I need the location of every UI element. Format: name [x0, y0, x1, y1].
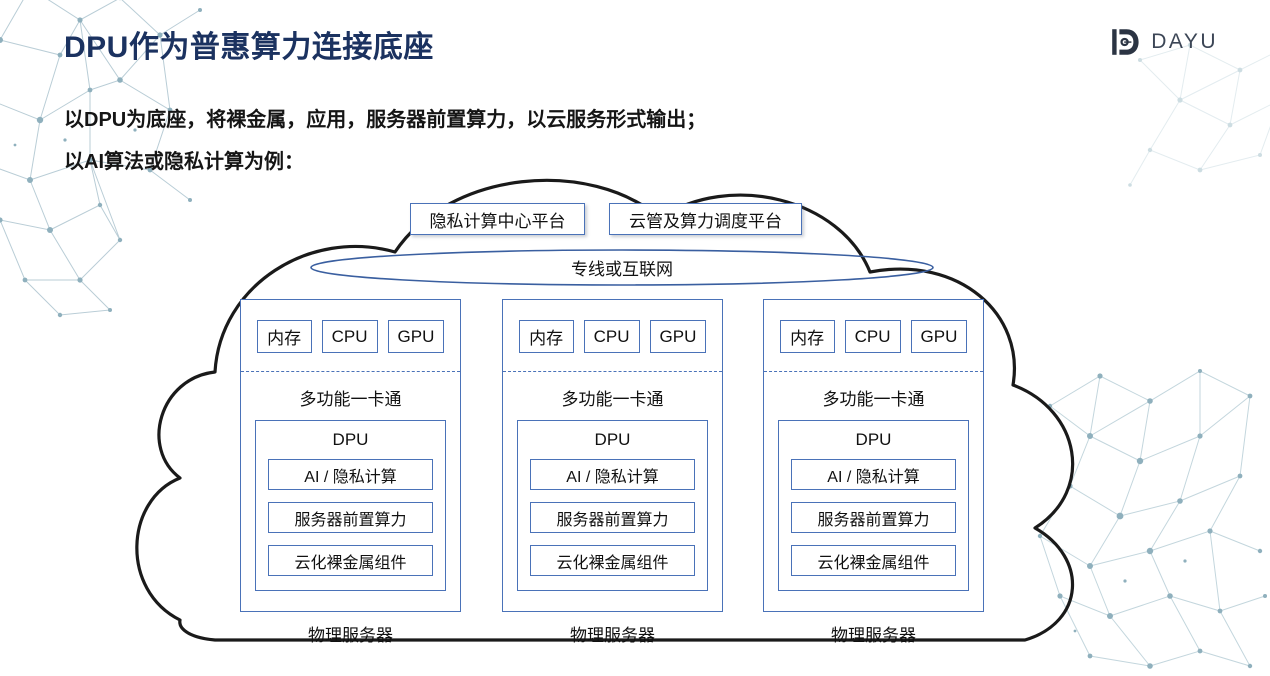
- dpu-title-2: DPU: [594, 430, 631, 449]
- server-panel-2: 内存 CPU GPU 多功能一卡通 DPU AI / 隐私计算 服务器前置算力 …: [502, 299, 723, 612]
- dpu-box-2: DPU AI / 隐私计算 服务器前置算力 云化裸金属组件: [517, 420, 708, 591]
- diagram-content: 隐私计算中心平台 云管及算力调度平台 专线或互联网 内存 CPU GPU 多功能…: [0, 0, 1270, 676]
- dpu-box-1: DPU AI / 隐私计算 服务器前置算力 云化裸金属组件: [255, 420, 446, 591]
- dpu-item-ai-privacy-2[interactable]: AI / 隐私计算: [530, 459, 695, 490]
- subtitle-line-2: 以AI算法或隐私计算为例：: [64, 151, 304, 173]
- dayu-d-mark-icon: [1112, 29, 1139, 55]
- dpu-item-ai-privacy-1[interactable]: AI / 隐私计算: [268, 459, 433, 490]
- hardware-box-gpu[interactable]: GPU: [387, 320, 445, 353]
- hardware-row-2: 内存 CPU GPU: [503, 300, 722, 360]
- hardware-box-memory[interactable]: 内存: [779, 320, 835, 353]
- network-ellipse-label: 专线或互联网: [571, 260, 673, 279]
- dpu-item-server-offload-3[interactable]: 服务器前置算力: [791, 502, 956, 533]
- multifunction-card-label-2: 多功能一卡通: [561, 390, 664, 409]
- dpu-item-server-offload-2[interactable]: 服务器前置算力: [530, 502, 695, 533]
- subtitle-line-1: 以DPU为底座，将裸金属，应用，服务器前置算力，以云服务形式输出；: [64, 109, 707, 131]
- hardware-box-memory[interactable]: 内存: [256, 320, 312, 353]
- dpu-item-server-offload-1[interactable]: 服务器前置算力: [268, 502, 433, 533]
- dpu-item-baremetal-1[interactable]: 云化裸金属组件: [268, 545, 433, 576]
- dpu-box-3: DPU AI / 隐私计算 服务器前置算力 云化裸金属组件: [778, 420, 969, 591]
- server-caption-3: 物理服务器: [831, 626, 916, 645]
- hardware-box-memory[interactable]: 内存: [518, 320, 574, 353]
- hardware-box-cpu[interactable]: CPU: [844, 320, 901, 353]
- dpu-item-baremetal-2[interactable]: 云化裸金属组件: [530, 545, 695, 576]
- dpu-item-baremetal-3[interactable]: 云化裸金属组件: [791, 545, 956, 576]
- dpu-item-ai-privacy-3[interactable]: AI / 隐私计算: [791, 459, 956, 490]
- hardware-row-3: 内存 CPU GPU: [764, 300, 983, 360]
- slide-canvas: DPU作为普惠算力连接底座 DAYU 以DPU为底座，将裸金属，应用，服务器前置…: [0, 0, 1270, 676]
- hardware-box-cpu[interactable]: CPU: [321, 320, 378, 353]
- hardware-row-1: 内存 CPU GPU: [241, 300, 460, 360]
- multifunction-card-label-1: 多功能一卡通: [299, 390, 402, 409]
- server-caption-1: 物理服务器: [308, 626, 393, 645]
- hardware-box-gpu[interactable]: GPU: [649, 320, 707, 353]
- dpu-title-1: DPU: [332, 430, 369, 449]
- page-title: DPU作为普惠算力连接底座: [64, 31, 434, 64]
- hardware-box-cpu[interactable]: CPU: [583, 320, 640, 353]
- multifunction-card-label-3: 多功能一卡通: [822, 390, 925, 409]
- platform-box-cloud-management[interactable]: 云管及算力调度平台: [609, 203, 802, 235]
- server-caption-2: 物理服务器: [570, 626, 655, 645]
- brand-logo-text: DAYU: [1151, 30, 1218, 53]
- server-panel-1: 内存 CPU GPU 多功能一卡通 DPU AI / 隐私计算 服务器前置算力 …: [240, 299, 461, 612]
- server-panel-3: 内存 CPU GPU 多功能一卡通 DPU AI / 隐私计算 服务器前置算力 …: [763, 299, 984, 612]
- hardware-box-gpu[interactable]: GPU: [910, 320, 968, 353]
- dpu-title-3: DPU: [855, 430, 892, 449]
- brand-logo: DAYU: [1109, 26, 1218, 58]
- platform-box-privacy-compute[interactable]: 隐私计算中心平台: [410, 203, 585, 235]
